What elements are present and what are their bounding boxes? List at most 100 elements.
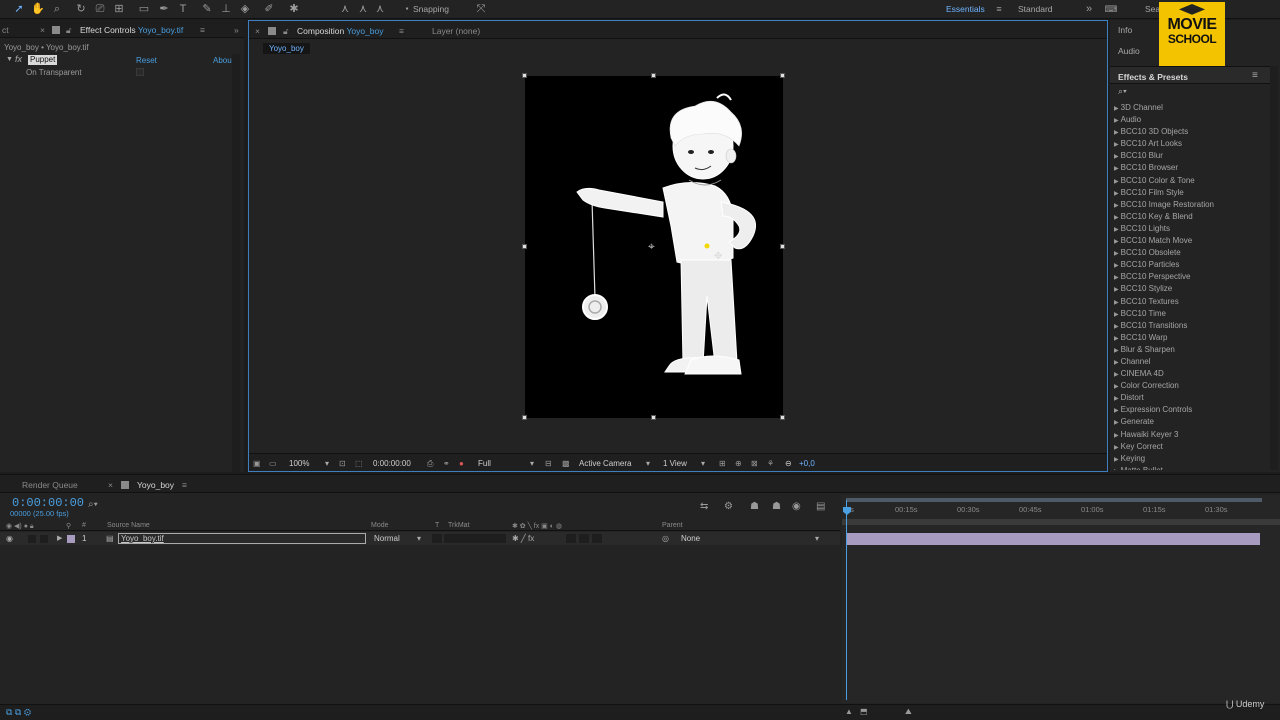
- pickwhip-icon[interactable]: ◎: [662, 534, 669, 543]
- effects-list-item[interactable]: BCC10 Transitions: [1114, 320, 1270, 332]
- panel-menu-icon[interactable]: ≡: [1252, 70, 1258, 81]
- blend-mode-select[interactable]: Normal: [374, 534, 400, 543]
- comp-mini-flowchart-icon[interactable]: ⇆: [700, 501, 708, 512]
- effects-list-item[interactable]: BCC10 Color & Tone: [1114, 175, 1270, 187]
- tab-project[interactable]: ct: [2, 25, 9, 35]
- chevron-down-icon[interactable]: ▾: [646, 459, 650, 468]
- snapping-options-icon[interactable]: ⤧: [474, 2, 488, 16]
- effects-list-item[interactable]: BCC10 Warp: [1114, 332, 1270, 344]
- trkmat-select[interactable]: [444, 534, 506, 543]
- effects-presets-title[interactable]: Effects & Presets: [1118, 72, 1188, 82]
- pen-tool-icon[interactable]: ✒: [157, 2, 171, 16]
- workspace-essentials[interactable]: Essentials: [946, 4, 985, 14]
- effects-list-item[interactable]: Generate: [1114, 416, 1270, 428]
- parent-select[interactable]: None: [681, 534, 700, 543]
- workspace-menu-icon[interactable]: ≡: [992, 2, 1006, 16]
- rectangle-tool-icon[interactable]: ▭: [137, 2, 151, 16]
- always-preview-icon[interactable]: ▣: [253, 459, 261, 468]
- puppet-tool-icon[interactable]: ✱: [287, 2, 301, 16]
- tab-render-queue[interactable]: Render Queue: [22, 480, 78, 490]
- selection-tool-icon[interactable]: ➚: [12, 2, 26, 16]
- snapping-checkbox-icon[interactable]: ▪: [400, 2, 414, 16]
- transparency-grid-icon[interactable]: ▩: [562, 459, 570, 468]
- left-panel-scrollbar[interactable]: [232, 54, 240, 472]
- snapshot-icon[interactable]: ⎙: [427, 459, 433, 469]
- puppet-pin-icon[interactable]: ⋏: [373, 2, 387, 16]
- switch-toggle[interactable]: [592, 534, 602, 543]
- visibility-eye-icon[interactable]: ◉: [6, 534, 13, 543]
- effects-list-item[interactable]: 3D Channel: [1114, 102, 1270, 114]
- chevron-down-icon[interactable]: ▾: [325, 459, 329, 468]
- monitor-icon[interactable]: ▭: [269, 459, 277, 468]
- chevron-down-icon[interactable]: ▾: [530, 459, 534, 468]
- flowchart-icon[interactable]: ⚘: [767, 459, 774, 468]
- transform-handle[interactable]: [651, 415, 656, 420]
- effects-list-item[interactable]: CINEMA 4D: [1114, 368, 1270, 380]
- region-icon[interactable]: ⬚: [355, 459, 363, 468]
- tab-audio[interactable]: Audio: [1118, 46, 1140, 56]
- shy-layers-icon[interactable]: ☗: [750, 501, 759, 512]
- timeline-icon[interactable]: ⊠: [751, 459, 758, 468]
- effects-list-item[interactable]: Color Correction: [1114, 380, 1270, 392]
- switch-toggle[interactable]: [579, 534, 589, 543]
- timeline-current-time[interactable]: 0:00:00:00: [12, 496, 84, 510]
- camera-select[interactable]: Active Camera: [579, 459, 631, 468]
- search-help-input[interactable]: Sea: [1145, 4, 1160, 14]
- transform-handle[interactable]: [522, 415, 527, 420]
- transform-handle[interactable]: [780, 73, 785, 78]
- draft-3d-icon[interactable]: ⚙: [724, 501, 733, 512]
- layer-duration-bar[interactable]: [846, 533, 1260, 545]
- lock-icon[interactable]: 🔓︎: [66, 25, 72, 36]
- layer-label-color[interactable]: [67, 535, 75, 543]
- transform-handle[interactable]: [780, 415, 785, 420]
- motion-blur-icon[interactable]: ◉: [792, 501, 801, 512]
- expand-layer-icon[interactable]: ▶: [57, 534, 62, 542]
- rotate-tool-icon[interactable]: ↻: [74, 2, 88, 16]
- roto-brush-tool-icon[interactable]: ✐: [262, 2, 276, 16]
- snapping-label[interactable]: Snapping: [413, 4, 449, 14]
- eraser-tool-icon[interactable]: ◈: [238, 2, 252, 16]
- solo-toggle[interactable]: [28, 535, 36, 543]
- lock-icon[interactable]: 🔓︎: [283, 26, 289, 37]
- transform-handle[interactable]: [651, 73, 656, 78]
- effects-search-input[interactable]: ⌕▾: [1118, 86, 1266, 98]
- effects-list-item[interactable]: BCC10 Art Looks: [1114, 138, 1270, 150]
- zoom-tool-icon[interactable]: ⌕: [50, 2, 64, 16]
- exposure-value[interactable]: +0,0: [799, 459, 815, 468]
- on-transparent-checkbox[interactable]: [136, 68, 144, 76]
- effects-list-item[interactable]: BCC10 Perspective: [1114, 271, 1270, 283]
- timeline-layer-row[interactable]: ◉ ▶ 1 ▤ Yoyo_boy.tif Normal ▾ ✱ ╱ fx ◎ N…: [0, 532, 840, 545]
- close-icon[interactable]: ×: [40, 25, 45, 35]
- tab-composition[interactable]: Composition Yoyo_boy: [297, 26, 384, 36]
- toggle-pixel-aspect-icon[interactable]: ⊞: [719, 459, 726, 468]
- expand-panels-icon[interactable]: »: [234, 25, 239, 35]
- current-timecode[interactable]: 0:00:00:00: [373, 459, 411, 468]
- effects-list-item[interactable]: BCC10 Lights: [1114, 223, 1270, 235]
- switch-toggle[interactable]: [566, 534, 576, 543]
- brush-tool-icon[interactable]: ✎: [200, 2, 214, 16]
- panel-menu-icon[interactable]: ≡: [182, 480, 187, 490]
- type-tool-icon[interactable]: T: [176, 2, 190, 16]
- tab-layer[interactable]: Layer (none): [432, 26, 480, 36]
- layer-switches-icon[interactable]: ✱ ╱ fx: [512, 534, 534, 543]
- more-workspaces-icon[interactable]: »: [1082, 2, 1096, 16]
- close-icon[interactable]: ×: [108, 480, 113, 490]
- hand-tool-icon[interactable]: ✋: [31, 2, 45, 16]
- channel-icon[interactable]: ●: [459, 459, 464, 468]
- frame-blending-icon[interactable]: ☗: [772, 501, 781, 512]
- view-layout-select[interactable]: 1 View: [663, 459, 687, 468]
- effect-name[interactable]: Puppet: [28, 55, 58, 65]
- workspace-standard[interactable]: Standard: [1018, 4, 1053, 14]
- chevron-down-icon[interactable]: ▾: [701, 459, 705, 468]
- effects-list-item[interactable]: BCC10 Match Move: [1114, 235, 1270, 247]
- effects-list-item[interactable]: Keying: [1114, 453, 1270, 465]
- lock-toggle[interactable]: [40, 535, 48, 543]
- effects-list-item[interactable]: BCC10 Key & Blend: [1114, 211, 1270, 223]
- effects-scrollbar[interactable]: [1270, 66, 1278, 470]
- effects-list-item[interactable]: Distort: [1114, 392, 1270, 404]
- zoom-slider-thumb[interactable]: ⬒: [860, 707, 868, 716]
- effects-list-item[interactable]: BCC10 3D Objects: [1114, 126, 1270, 138]
- pan-behind-tool-icon[interactable]: ⊞: [112, 2, 126, 16]
- effects-list-item[interactable]: BCC10 Image Restoration: [1114, 199, 1270, 211]
- toggle-switches-icon[interactable]: ⧉ ⧉ ⚙: [6, 707, 31, 718]
